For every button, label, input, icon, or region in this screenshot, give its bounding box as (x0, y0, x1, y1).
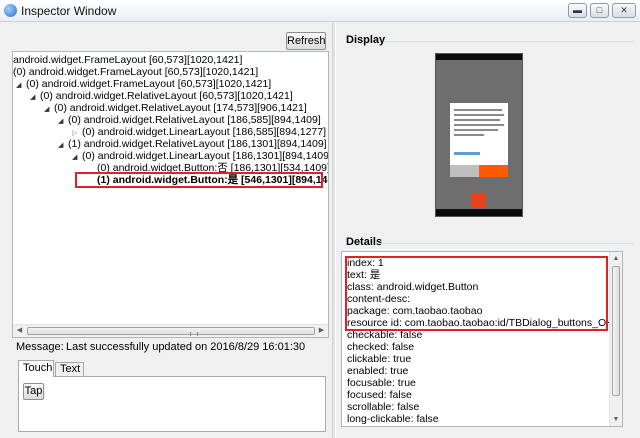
app-icon (4, 4, 17, 17)
touch-tab-panel: Tap (18, 376, 326, 432)
scroll-left-icon[interactable]: ◀ (13, 325, 26, 337)
grip-icon (190, 332, 198, 336)
dialog-text-line (454, 129, 498, 131)
tree-node-label: (0) android.widget.RelativeLayout [60,57… (40, 90, 293, 102)
tab-text[interactable]: Text (55, 362, 84, 376)
tree-node[interactable]: ◢ (0) android.widget.RelativeLayout [60,5… (30, 90, 293, 102)
taobao-logo-icon (471, 193, 486, 208)
details-title: Details (346, 236, 387, 248)
detail-line: long-clickable: false (347, 413, 439, 425)
expand-arrow-icon[interactable]: ◢ (72, 152, 82, 164)
detail-line: checked: false (347, 341, 415, 353)
refresh-button[interactable]: Refresh (286, 32, 326, 50)
tree-node[interactable]: ◢ (0) android.widget.RelativeLayout [174,… (44, 102, 307, 114)
tree-node-label: (0) android.widget.LinearLayout [186,130… (82, 150, 329, 162)
expand-arrow-icon[interactable]: ◢ (30, 92, 40, 104)
close-button[interactable]: ✕ (612, 3, 636, 18)
tree-node[interactable]: ◢ (0) android.widget.FrameLayout [60,573]… (16, 78, 271, 90)
hierarchy-tree[interactable]: android.widget.FrameLayout [60,573][1020… (12, 51, 329, 338)
message-text: Last successfully updated on 2016/8/29 1… (66, 341, 306, 353)
tap-button[interactable]: Tap (23, 383, 44, 400)
scroll-up-icon[interactable]: ▲ (610, 252, 622, 265)
tree-node[interactable]: (0) android.widget.FrameLayout [60,573][… (13, 66, 258, 78)
scroll-down-icon[interactable]: ▼ (610, 413, 622, 426)
tree-node[interactable]: android.widget.FrameLayout [60,573][1020… (13, 54, 242, 66)
tree-node-label: (1) android.widget.RelativeLayout [186,1… (68, 138, 327, 150)
details-panel[interactable]: index: 1 text: 是 class: android.widget.B… (341, 251, 623, 427)
expand-arrow-icon[interactable]: ◢ (58, 140, 68, 152)
tree-node[interactable]: ◢ (1) android.widget.RelativeLayout [186,… (58, 138, 327, 150)
detail-line: focused: false (347, 389, 412, 401)
tree-node-label: (0) android.widget.RelativeLayout [174,5… (54, 102, 307, 114)
scroll-right-icon[interactable]: ▶ (315, 325, 328, 337)
message-label: Message: (16, 341, 64, 353)
dialog-text-line (454, 124, 504, 126)
scrollbar-thumb[interactable] (27, 327, 315, 336)
dialog-checkbox (454, 152, 480, 155)
maximize-button[interactable]: □ (590, 3, 609, 18)
dialog-confirm-button (479, 165, 508, 177)
dialog-text-line (454, 114, 504, 116)
vertical-scrollbar[interactable]: ▲ ▼ (609, 252, 622, 426)
details-highlight (345, 256, 608, 331)
display-divider (384, 41, 634, 42)
pane-splitter[interactable] (332, 22, 336, 438)
expand-arrow-icon[interactable]: ◢ (16, 80, 26, 92)
detail-line: scrollable: false (347, 401, 420, 413)
selection-highlight (75, 172, 323, 188)
dialog-text-line (454, 109, 502, 111)
detail-line: clickable: true (347, 353, 412, 365)
expand-arrow-icon[interactable]: ◢ (44, 104, 54, 116)
tree-node-label: android.widget.FrameLayout [60,573][1020… (13, 54, 243, 66)
detail-line: focusable: true (347, 377, 416, 389)
tree-node[interactable]: ◢ (0) android.widget.RelativeLayout [186,… (58, 114, 321, 126)
window-title: Inspector Window (21, 4, 117, 18)
minimize-button[interactable]: ▬ (568, 3, 587, 18)
dialog-cancel-button (450, 165, 479, 177)
tree-node[interactable]: ◢ (0) android.widget.LinearLayout [186,13… (72, 150, 329, 164)
device-nav-bar (436, 210, 522, 216)
title-bar: Inspector Window ▬ □ ✕ (0, 0, 640, 22)
tree-node-label: (0) android.widget.RelativeLayout [186,5… (68, 114, 321, 126)
scrollbar-thumb[interactable] (612, 266, 620, 396)
tree-node-label: (0) android.widget.LinearLayout [186,585… (82, 126, 327, 138)
details-divider (380, 243, 634, 244)
dialog-text-line (454, 134, 484, 136)
detail-line: enabled: true (347, 365, 409, 377)
tree-node-label: (0) android.widget.FrameLayout [60,573][… (13, 66, 259, 78)
device-screenshot[interactable] (435, 53, 523, 217)
tree-node[interactable]: ▷ (0) android.widget.LinearLayout [186,58… (72, 126, 326, 138)
device-dialog (450, 103, 508, 177)
display-title: Display (346, 34, 390, 46)
horizontal-scrollbar[interactable]: ◀ ▶ (13, 324, 328, 337)
tab-touch[interactable]: Touch (18, 360, 54, 377)
expand-arrow-icon[interactable]: ◢ (58, 116, 68, 128)
dialog-text-line (454, 119, 500, 121)
tree-node-label: (0) android.widget.FrameLayout [60,573][… (26, 78, 272, 90)
device-screen (436, 60, 522, 209)
